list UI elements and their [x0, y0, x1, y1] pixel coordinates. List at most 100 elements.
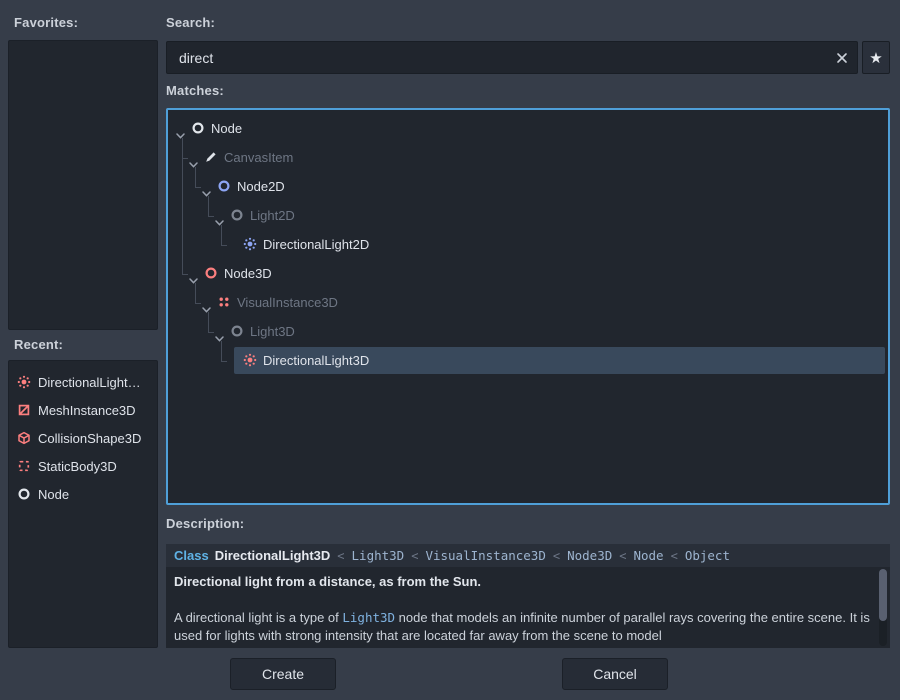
scrollbar-thumb[interactable] [879, 569, 887, 621]
tree-row[interactable]: Node3D [168, 259, 888, 288]
search-field [166, 41, 858, 74]
ancestor-class-link[interactable]: Object [685, 548, 730, 563]
tree-guide-line [182, 274, 188, 275]
chevron-down-icon[interactable] [189, 271, 198, 289]
ancestor-class-link[interactable]: Node3D [567, 548, 612, 563]
inheritance-separator: < [411, 549, 418, 563]
tree-item-label: VisualInstance3D [237, 288, 338, 317]
recent-item-label: CollisionShape3D [38, 431, 141, 446]
recent-label: Recent: [14, 337, 63, 352]
clear-x-icon[interactable] [827, 42, 857, 73]
tree-guide-line [182, 158, 183, 274]
meshinstance3d-icon [17, 403, 31, 417]
recent-item-label: DirectionalLight… [38, 375, 141, 390]
tree-item-label: Light2D [250, 201, 295, 230]
tree-row[interactable]: Node [168, 114, 888, 143]
tree-item-label: CanvasItem [224, 143, 293, 172]
ancestor-chain: <Light3D<VisualInstance3D<Node3D<Node<Ob… [330, 548, 730, 563]
description-paragraph: A directional light is a type of Light3D… [174, 609, 872, 645]
recent-list[interactable]: DirectionalLight… MeshInstance3D Collision… [8, 360, 158, 648]
favorites-label: Favorites: [14, 15, 78, 30]
recent-item[interactable]: Node [9, 480, 157, 508]
tree-row[interactable]: Light3D [168, 317, 888, 346]
class-header-bar: Class DirectionalLight3D < Light3D < Visual… [166, 544, 890, 567]
matches-tree[interactable]: NodeCanvasItemNode2DLight2DDirectionalLi… [166, 108, 890, 505]
tree-guide-line [221, 341, 222, 361]
description-body: Directional light from a distance, as fr… [166, 567, 890, 648]
collisionshape3d-icon [17, 431, 31, 445]
inheritance-separator: < [337, 549, 344, 563]
tree-guide-line [208, 196, 209, 216]
create-button[interactable]: Create [230, 658, 336, 690]
node-icon [17, 487, 31, 501]
recent-item-label: StaticBody3D [38, 459, 117, 474]
ancestor-class-link[interactable]: VisualInstance3D [425, 548, 545, 563]
chevron-down-icon[interactable] [215, 329, 224, 347]
search-label: Search: [166, 15, 215, 30]
tree-row[interactable]: DirectionalLight3D [168, 346, 888, 375]
paragraph-text: A directional light is a type of [174, 610, 342, 625]
node3d-icon [204, 266, 218, 280]
tree-guide-line [182, 138, 183, 158]
tree-item-label: Node2D [237, 172, 285, 201]
search-input[interactable] [167, 42, 827, 73]
tree-item-label: Node [211, 114, 242, 143]
node2d-icon [217, 179, 231, 193]
light3d-icon [230, 324, 244, 338]
visualinstance3d-icon [217, 295, 231, 309]
ancestor-class-link[interactable]: Node [633, 548, 663, 563]
recent-item-label: Node [38, 487, 69, 502]
chevron-down-icon[interactable] [202, 300, 211, 318]
tree-row[interactable]: Node2D [168, 172, 888, 201]
light2d-icon [230, 208, 244, 222]
tree-guide-line [195, 303, 201, 304]
light3d-doc-link[interactable]: Light3D [342, 610, 395, 625]
tree-guide-line [208, 216, 214, 217]
matches-label: Matches: [166, 83, 224, 98]
tree-item-label: DirectionalLight2D [263, 230, 369, 259]
recent-item[interactable]: DirectionalLight… [9, 368, 157, 396]
tree-row[interactable]: VisualInstance3D [168, 288, 888, 317]
tree-guide-line [208, 312, 209, 332]
recent-item[interactable]: CollisionShape3D [9, 424, 157, 452]
inheritance-separator: < [671, 549, 678, 563]
class-name: DirectionalLight3D [215, 548, 331, 563]
directionallight3d-icon [17, 375, 31, 389]
cancel-button[interactable]: Cancel [562, 658, 668, 690]
create-new-node-dialog: { "colors": { "accent": "#4f9fd8", "red3… [0, 0, 900, 700]
chevron-down-icon[interactable] [176, 126, 185, 144]
ancestor-class-link[interactable]: Light3D [352, 548, 405, 563]
favorite-star-icon[interactable]: ★ [862, 41, 890, 74]
recent-item-label: MeshInstance3D [38, 403, 136, 418]
tree-guide-line [221, 225, 222, 245]
tree-guide-line [195, 283, 196, 303]
tree-guide-line [221, 245, 227, 246]
class-keyword: Class [174, 548, 209, 563]
tree-item-label: Light3D [250, 317, 295, 346]
tree-guide-line [221, 361, 227, 362]
tree-guide-line [195, 167, 196, 187]
favorites-list[interactable] [8, 40, 158, 330]
chevron-down-icon[interactable] [202, 184, 211, 202]
staticbody3d-icon [17, 459, 31, 473]
chevron-down-icon[interactable] [189, 155, 198, 173]
directionallight2d-icon [243, 237, 257, 251]
tree-item-label: DirectionalLight3D [263, 346, 369, 375]
recent-item[interactable]: StaticBody3D [9, 452, 157, 480]
node-icon [191, 121, 205, 135]
recent-item[interactable]: MeshInstance3D [9, 396, 157, 424]
description-scrollbar [879, 569, 887, 646]
tree-row[interactable]: Light2D [168, 201, 888, 230]
tree-row[interactable]: DirectionalLight2D [168, 230, 888, 259]
tree-guide-line [195, 187, 201, 188]
favorite-star-glyph: ★ [869, 49, 882, 67]
description-brief: Directional light from a distance, as fr… [174, 573, 872, 591]
tree-guide-line [208, 332, 214, 333]
tree-item-label: Node3D [224, 259, 272, 288]
directionallight3d-icon [243, 353, 257, 367]
canvasitem-icon [204, 150, 218, 164]
tree-row[interactable]: CanvasItem [168, 143, 888, 172]
inheritance-separator: < [553, 549, 560, 563]
chevron-down-icon[interactable] [215, 213, 224, 231]
description-label: Description: [166, 516, 244, 531]
